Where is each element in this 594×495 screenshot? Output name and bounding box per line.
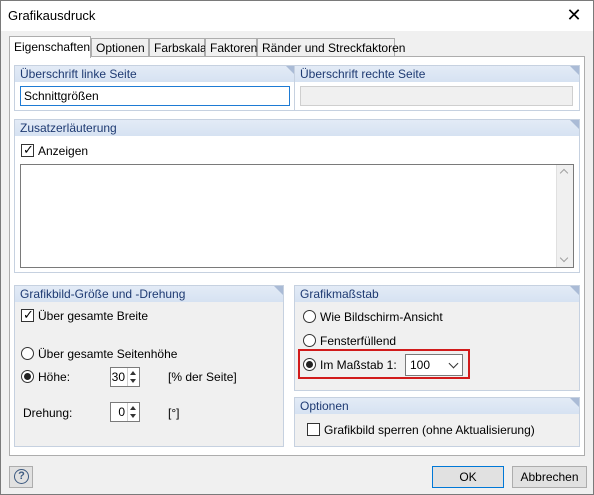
fold-icon — [570, 398, 579, 407]
spin-up-icon[interactable] — [130, 371, 136, 375]
notes-scrollbar[interactable] — [556, 165, 573, 267]
scale-label: Im Maßstab 1: — [320, 358, 397, 372]
lock-graphic-label: Grafikbild sperren (ohne Aktualisierung) — [324, 423, 535, 437]
scale-title: Grafikmaßstab — [300, 287, 379, 301]
extra-notes-title: Zusatzerläuterung — [20, 121, 117, 135]
options-title: Optionen — [300, 399, 349, 413]
fold-icon — [274, 286, 283, 295]
group-header-options: Optionen — [295, 398, 579, 414]
group-extra-notes: Zusatzerläuterung ✓ Anzeigen — [14, 119, 580, 273]
group-header-size-rotation: Grafikbild-Größe und -Drehung — [15, 286, 283, 302]
radio-selected-dot — [306, 361, 313, 368]
fold-icon — [570, 66, 579, 75]
spin-down-icon[interactable] — [130, 414, 136, 418]
screen-view-radio[interactable] — [303, 310, 316, 323]
fill-window-radio[interactable] — [303, 334, 316, 347]
radio-selected-dot — [24, 373, 31, 380]
full-width-checkbox[interactable]: ✓ — [21, 307, 34, 322]
tab-faktoren[interactable]: Faktoren — [205, 38, 257, 57]
group-scale: Grafikmaßstab Wie Bildschirm-Ansicht Fen… — [294, 285, 580, 391]
show-notes-label: Anzeigen — [38, 144, 89, 158]
fold-icon — [570, 120, 579, 129]
spin-down-icon[interactable] — [130, 379, 136, 383]
rotation-label: Drehung: — [23, 406, 73, 420]
grafikausdruck-dialog: Grafikausdruck ✕ Eigenschaften Optionen … — [0, 0, 594, 495]
height-label: Höhe: — [38, 370, 71, 384]
full-height-radio[interactable] — [21, 347, 34, 360]
tab-eigenschaften[interactable]: Eigenschaften — [9, 36, 91, 58]
right-header-input[interactable] — [300, 86, 573, 106]
scale-value: 100 — [410, 358, 431, 372]
tab-farbskala[interactable]: Farbskala — [149, 38, 207, 57]
group-size-rotation: Grafikbild-Größe und -Drehung ✓ Über ges… — [14, 285, 284, 447]
full-width-label: Über gesamte Breite — [38, 309, 149, 323]
screen-view-label: Wie Bildschirm-Ansicht — [320, 310, 443, 324]
height-spinner-arrows[interactable] — [127, 368, 139, 386]
group-options: Optionen Grafikbild sperren (ohne Aktual… — [294, 397, 580, 447]
height-spinner[interactable]: 30 — [110, 367, 140, 387]
rotation-unit: [°] — [168, 406, 180, 420]
tab-optionen[interactable]: Optionen — [91, 38, 149, 57]
rotation-value: 0 — [118, 405, 125, 419]
tab-raender-streckfaktoren[interactable]: Ränder und Streckfaktoren — [257, 38, 405, 57]
scroll-down-icon[interactable] — [559, 253, 569, 263]
size-rotation-title: Grafikbild-Größe und -Drehung — [20, 287, 186, 301]
close-icon[interactable]: ✕ — [565, 6, 583, 24]
group-header-left: Überschrift linke Seite — [15, 66, 295, 82]
height-radio[interactable] — [21, 370, 34, 383]
scale-radio[interactable] — [303, 358, 316, 371]
checkmark-icon: ✓ — [23, 307, 34, 322]
height-value: 30 — [111, 370, 125, 384]
spin-up-icon[interactable] — [130, 406, 136, 410]
height-unit: [% der Seite] — [168, 370, 237, 384]
fold-icon — [570, 286, 579, 295]
rotation-spinner[interactable]: 0 — [110, 402, 140, 422]
checkmark-icon: ✓ — [23, 142, 34, 157]
group-right-header: Überschrift rechte Seite — [294, 65, 580, 111]
scroll-up-icon[interactable] — [559, 168, 569, 178]
group-left-header: Überschrift linke Seite Schnittgrößen — [14, 65, 296, 111]
rotation-spinner-arrows[interactable] — [127, 403, 139, 421]
group-header-right: Überschrift rechte Seite — [295, 66, 579, 82]
help-button[interactable]: ? — [9, 466, 33, 488]
help-icon: ? — [14, 469, 29, 484]
tab-panel-eigenschaften: Überschrift linke Seite Schnittgrößen Üb… — [9, 56, 585, 456]
group-header-scale: Grafikmaßstab — [295, 286, 579, 302]
ok-button[interactable]: OK — [432, 466, 504, 488]
lock-graphic-checkbox[interactable] — [307, 423, 320, 436]
cancel-button[interactable]: Abbrechen — [512, 466, 587, 488]
notes-textarea[interactable] — [20, 164, 574, 268]
scale-select[interactable]: 100 — [405, 354, 463, 376]
group-header-extra-notes: Zusatzerläuterung — [15, 120, 579, 136]
chevron-down-icon[interactable] — [448, 358, 459, 369]
full-height-label: Über gesamte Seitenhöhe — [38, 347, 178, 361]
window-title: Grafikausdruck — [8, 8, 96, 23]
title-bar: Grafikausdruck ✕ — [1, 1, 593, 31]
fill-window-label: Fensterfüllend — [320, 334, 397, 348]
left-header-input[interactable]: Schnittgrößen — [20, 86, 290, 106]
show-notes-checkbox[interactable]: ✓ — [21, 142, 34, 157]
right-header-title: Überschrift rechte Seite — [300, 67, 426, 81]
left-header-title: Überschrift linke Seite — [20, 67, 137, 81]
